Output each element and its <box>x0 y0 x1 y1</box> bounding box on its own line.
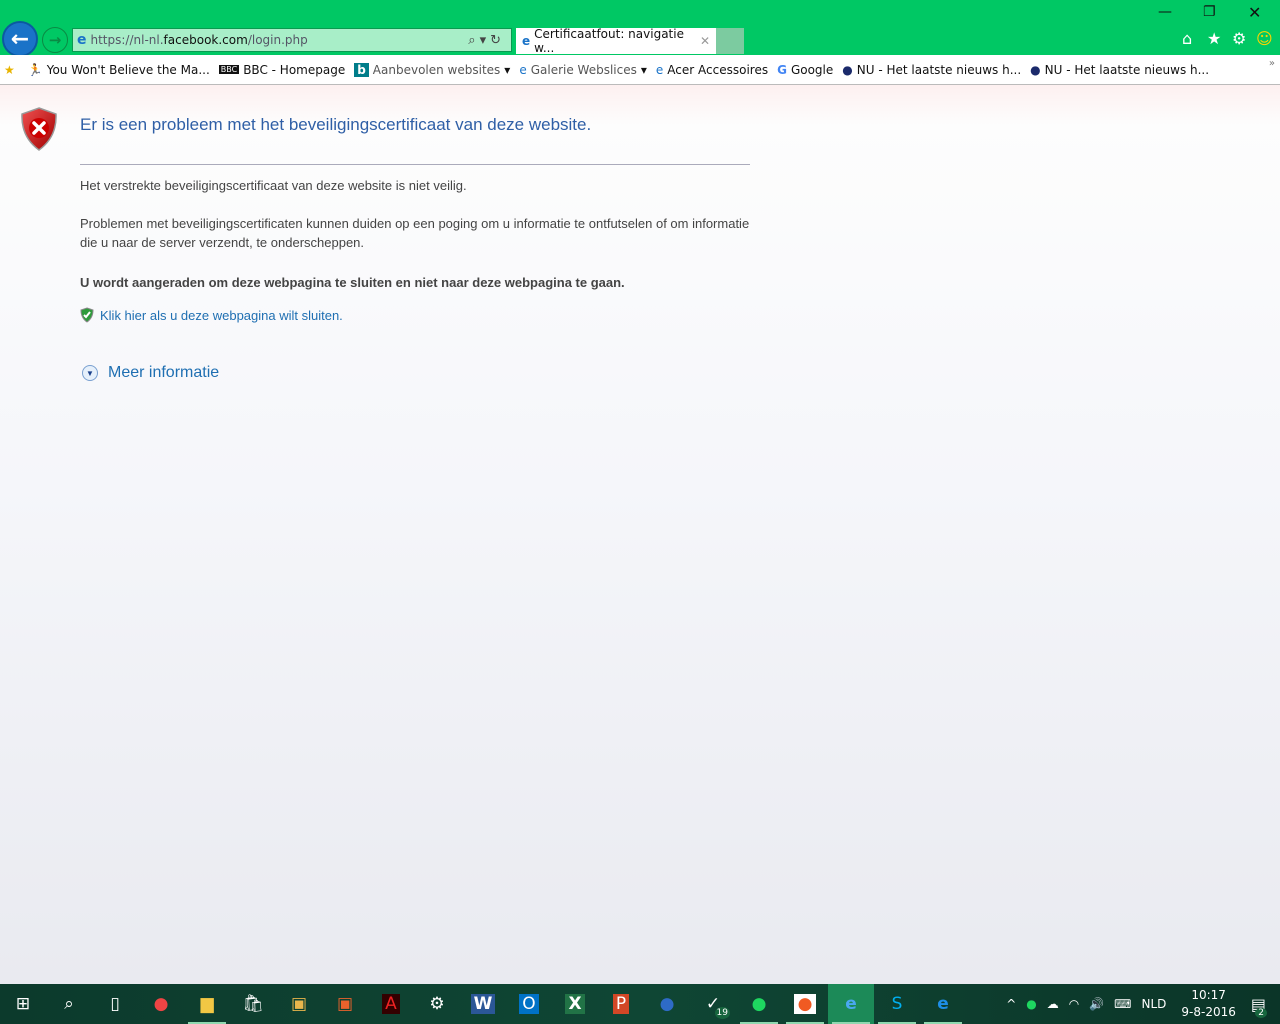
ie-icon: e <box>522 34 531 48</box>
store-icon[interactable]: 🛍 <box>230 984 276 1024</box>
dropdown-icon: ▾ <box>640 62 647 77</box>
action-center-icon[interactable]: ▤ 2 <box>1251 995 1267 1018</box>
show-hidden-icons-icon[interactable]: ^ <box>1006 997 1016 1011</box>
close-tab-icon[interactable]: ✕ <box>700 34 710 48</box>
outlook-icon[interactable]: O <box>506 984 552 1024</box>
powerpoint-icon[interactable]: P <box>598 984 644 1024</box>
acrobat-icon[interactable]: A <box>368 984 414 1024</box>
ie-page-icon: e <box>655 62 664 77</box>
task-view-icon[interactable]: ▯ <box>92 984 138 1024</box>
more-info-toggle[interactable]: ▼ Meer informatie <box>82 364 219 382</box>
favorites-bar: ★ 🏃 You Won't Believe the Ma... BBC BBC - … <box>0 55 1280 85</box>
orange-app-icon[interactable]: ● <box>782 984 828 1024</box>
file-explorer-icon[interactable]: ▆ <box>184 984 230 1024</box>
gear-icon[interactable]: ⚙ <box>1232 29 1246 48</box>
forward-button[interactable]: → <box>42 27 68 53</box>
back-button[interactable]: ← <box>2 21 38 57</box>
url-prefix: https://nl-nl. <box>90 33 164 47</box>
home-icon[interactable]: ⌂ <box>1182 29 1192 48</box>
tab-certificate-error[interactable]: e Certificaatfout: navigatie w... ✕ <box>516 27 716 55</box>
photos-app-icon[interactable]: ▣ <box>276 984 322 1024</box>
keyboard-icon[interactable]: ⌨ <box>1114 997 1131 1011</box>
divider <box>80 164 750 165</box>
nu-icon: ● <box>1030 62 1041 77</box>
taskbar: ⊞ ⌕ ▯ ● ▆ 🛍 ▣ ▣ A ⚙ W O X P ● ✓ 19 ● ● e … <box>0 984 1280 1024</box>
shield-check-icon <box>80 307 94 323</box>
problem-explanation: Problemen met beveiligingscertificaten k… <box>80 216 750 250</box>
recommendation-text: U wordt aangeraden om deze webpagina te … <box>80 275 625 290</box>
chrome-icon[interactable]: ● <box>138 984 184 1024</box>
settings-gear-icon[interactable]: ⚙ <box>414 984 460 1024</box>
edge-icon[interactable]: e <box>920 984 966 1024</box>
tab-title: Certificaatfout: navigatie w... <box>534 27 684 55</box>
onedrive-icon[interactable]: ☁ <box>1047 997 1059 1011</box>
page-title: Er is een probleem met het beveiligingsc… <box>80 115 592 134</box>
restore-icon[interactable]: ❐ <box>1203 4 1216 20</box>
new-tab-button[interactable] <box>716 28 744 54</box>
search-icon[interactable]: ⌕ <box>468 33 479 48</box>
dropdown-icon: ▾ <box>504 62 511 77</box>
bing-icon: b <box>354 62 369 77</box>
excel-icon[interactable]: X <box>552 984 598 1024</box>
ie-icon: e <box>77 32 87 48</box>
office-icon[interactable]: ▣ <box>322 984 368 1024</box>
spotify-icon[interactable]: ● <box>736 984 782 1024</box>
favorite-item[interactable]: BBC BBC - Homepage <box>218 63 345 77</box>
dropdown-icon[interactable]: ▾ <box>480 33 491 48</box>
bbc-icon: BBC <box>218 65 240 74</box>
wunderlist-badge: 19 <box>714 1007 730 1019</box>
favorite-folder[interactable]: b Aanbevolen websites ▾ <box>354 62 511 77</box>
refresh-icon[interactable]: ↻ <box>490 33 505 48</box>
search-icon[interactable]: ⌕ <box>46 984 92 1024</box>
favorite-item[interactable]: e Acer Accessoires <box>656 63 768 77</box>
add-favorites-icon[interactable]: ★ <box>4 63 19 77</box>
camera-icon[interactable]: ● <box>644 984 690 1024</box>
ie-page-icon: e <box>519 62 527 77</box>
spotify-tray-icon[interactable]: ● <box>1026 997 1036 1011</box>
favorite-item[interactable]: G Google <box>777 63 833 77</box>
certificate-message: Het verstrekte beveiligingscertificaat v… <box>80 178 467 193</box>
nu-icon: ● <box>842 62 853 77</box>
word-icon[interactable]: W <box>460 984 506 1024</box>
favorite-item[interactable]: 🏃 You Won't Believe the Ma... <box>28 63 210 77</box>
clock[interactable]: 10:17 9-8-2016 <box>1181 987 1235 1021</box>
close-page-link[interactable]: Klik hier als u deze webpagina wilt slui… <box>80 307 343 323</box>
page-content: Er is een probleem met het beveiligingsc… <box>0 85 1280 984</box>
chevron-down-icon: ▼ <box>82 365 98 381</box>
title-bar: ← → e https://nl-nl. facebook.com/login.p… <box>0 0 1280 57</box>
google-icon: G <box>777 62 787 77</box>
url-host: facebook.com <box>163 33 248 47</box>
favorite-folder[interactable]: e Galerie Webslices ▾ <box>519 63 647 77</box>
address-bar[interactable]: e https://nl-nl. facebook.com/login.php ⌕… <box>72 28 512 52</box>
favorite-item[interactable]: ● NU - Het laatste nieuws h... <box>1030 63 1209 77</box>
start-button[interactable]: ⊞ <box>0 984 46 1024</box>
minimize-icon[interactable]: — <box>1158 4 1172 20</box>
skype-icon[interactable]: S <box>874 984 920 1024</box>
favorite-item[interactable]: ● NU - Het laatste nieuws h... <box>842 63 1021 77</box>
shield-error-icon <box>21 107 57 151</box>
url-path: /login.php <box>247 33 308 47</box>
more-favorites-icon[interactable]: » <box>1269 58 1275 69</box>
close-icon[interactable]: ✕ <box>1248 3 1261 22</box>
smiley-feedback-icon[interactable]: ☺ <box>1256 29 1273 48</box>
internet-explorer-icon[interactable]: e <box>828 984 874 1024</box>
language-indicator[interactable]: NLD <box>1142 997 1167 1011</box>
runner-icon: 🏃 <box>27 62 43 77</box>
wunderlist-icon[interactable]: ✓ 19 <box>690 984 736 1024</box>
wifi-icon[interactable]: ◠ <box>1069 997 1079 1011</box>
favorites-star-icon[interactable]: ★ <box>1207 29 1221 48</box>
volume-icon[interactable]: 🔊 <box>1089 997 1104 1011</box>
